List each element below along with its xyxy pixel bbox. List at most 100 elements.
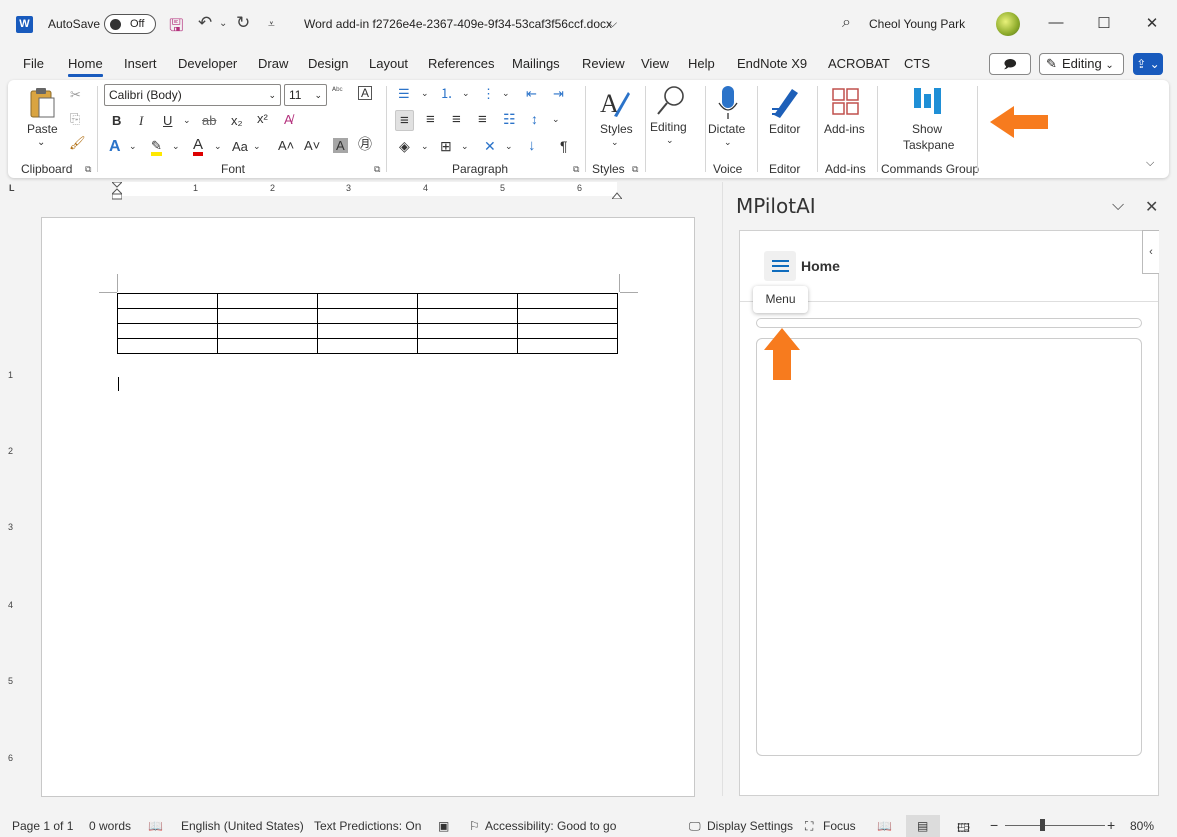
table-cell[interactable] xyxy=(417,293,518,309)
editing-button[interactable] xyxy=(656,84,686,118)
table-cell[interactable] xyxy=(417,308,518,324)
align-left-icon[interactable]: ≡ xyxy=(395,110,414,131)
search-icon[interactable]: ⌕ xyxy=(842,14,851,32)
bold-icon[interactable]: B xyxy=(112,114,121,127)
editor-label[interactable]: Editor xyxy=(769,122,800,136)
line-spacing-icon[interactable]: ↕ xyxy=(531,112,538,126)
zoom-slider-thumb[interactable] xyxy=(1040,819,1045,831)
table-cell[interactable] xyxy=(517,338,618,354)
user-name[interactable]: Cheol Young Park xyxy=(869,17,965,31)
web-layout-icon[interactable]: 🖽 xyxy=(957,819,970,837)
copy-icon[interactable]: ⎘ xyxy=(70,112,80,125)
font-name-combo[interactable]: Calibri (Body) ⌄ xyxy=(104,84,281,106)
text-predictions-status[interactable]: Text Predictions: On xyxy=(314,819,421,833)
decrease-indent-icon[interactable]: ⇤ xyxy=(526,87,537,100)
bullets-icon[interactable]: ☰ xyxy=(398,87,410,100)
display-settings-icon[interactable]: 🖵 xyxy=(689,819,701,834)
title-chevron-icon[interactable]: ⌵ xyxy=(608,16,617,31)
customize-qat-icon[interactable]: ⩡ xyxy=(268,17,275,32)
addins-button[interactable] xyxy=(832,88,860,116)
shading-icon[interactable]: ◈ xyxy=(399,139,410,153)
undo-dropdown-icon[interactable]: ⌄ xyxy=(219,18,227,29)
menu-button[interactable] xyxy=(764,251,796,281)
read-mode-icon[interactable]: 📖 xyxy=(877,819,892,833)
share-button[interactable]: ⇪ ⌄ xyxy=(1133,53,1163,75)
table-cell[interactable] xyxy=(317,323,418,339)
focus-button[interactable]: Focus xyxy=(823,819,856,833)
accessibility-status[interactable]: Accessibility: Good to go xyxy=(485,819,616,833)
text-effects-icon[interactable]: A xyxy=(109,139,121,155)
tab-cts[interactable]: CTS xyxy=(904,56,930,71)
align-right-icon[interactable]: ≡ xyxy=(452,112,461,127)
multilevel-list-icon[interactable]: ⋮ xyxy=(482,87,495,100)
character-shading-icon[interactable]: A xyxy=(333,138,348,153)
table-cell[interactable] xyxy=(317,293,418,309)
font-color-icon[interactable]: A xyxy=(193,137,204,156)
zoom-level[interactable]: 80% xyxy=(1130,819,1154,833)
styles-label[interactable]: Styles xyxy=(600,122,633,136)
dictate-chevron-icon[interactable]: ⌄ xyxy=(724,138,732,147)
table-cell[interactable] xyxy=(217,323,318,339)
proofing-icon[interactable]: 📖 xyxy=(148,819,163,833)
increase-indent-icon[interactable]: ⇥ xyxy=(553,87,564,100)
text-effects-chevron-icon[interactable]: ⌄ xyxy=(129,142,137,151)
table-cell[interactable] xyxy=(217,338,318,354)
document-title[interactable]: Word add-in f2726e4e-2367-409e-9f34-53ca… xyxy=(304,17,612,31)
taskpane-options-icon[interactable]: ⌵ xyxy=(1112,197,1124,215)
tab-file[interactable]: File xyxy=(23,56,44,71)
autosave-toggle[interactable]: Off xyxy=(104,14,156,34)
language-status[interactable]: English (United States) xyxy=(181,819,304,833)
clear-formatting-icon[interactable]: A̸ xyxy=(284,113,293,126)
table-cell[interactable] xyxy=(217,308,318,324)
editing-mode-button[interactable]: ✎ Editing ⌄ xyxy=(1039,53,1124,75)
zoom-in-button[interactable]: + xyxy=(1107,817,1115,833)
subscript-icon[interactable]: x₂ xyxy=(231,114,243,127)
table-cell[interactable] xyxy=(317,338,418,354)
document-table[interactable] xyxy=(117,293,618,354)
right-indent-marker[interactable] xyxy=(610,188,624,200)
styles-button[interactable]: A xyxy=(598,86,630,120)
tab-developer[interactable]: Developer xyxy=(178,56,237,71)
highlight-chevron-icon[interactable]: ⌄ xyxy=(172,142,180,151)
underline-icon[interactable]: U xyxy=(163,114,172,127)
maximize-icon[interactable]: ☐ xyxy=(1094,14,1114,32)
macro-icon[interactable]: ▣ xyxy=(438,819,449,833)
table-cell[interactable] xyxy=(217,293,318,309)
table-cell[interactable] xyxy=(117,308,218,324)
change-case-icon[interactable]: Aa xyxy=(232,140,248,153)
paragraph-launcher-icon[interactable]: ⧉ xyxy=(573,164,579,175)
table-cell[interactable] xyxy=(417,338,518,354)
align-center-icon[interactable]: ≡ xyxy=(426,112,435,127)
shrink-font-icon[interactable]: A˅ xyxy=(304,139,320,152)
numbering-icon[interactable]: ⒈ xyxy=(440,87,453,100)
borders-icon[interactable]: ⊞ xyxy=(440,139,452,153)
editing-label[interactable]: Editing xyxy=(650,120,687,134)
table-cell[interactable] xyxy=(517,293,618,309)
phonetic-guide-icon[interactable]: ᴬᵇᶜ xyxy=(332,86,343,95)
taskpane-close-icon[interactable]: ✕ xyxy=(1145,197,1158,217)
clipboard-launcher-icon[interactable]: ⧉ xyxy=(85,164,91,175)
styles-launcher-icon[interactable]: ⧉ xyxy=(632,164,638,175)
italic-icon[interactable]: I xyxy=(139,114,143,127)
styles-chevron-icon[interactable]: ⌄ xyxy=(611,138,619,147)
display-settings-button[interactable]: Display Settings xyxy=(707,819,793,833)
accessibility-icon[interactable]: ⚐ xyxy=(469,819,480,833)
tab-view[interactable]: View xyxy=(641,56,669,71)
zoom-out-button[interactable]: − xyxy=(990,817,998,833)
multilevel-chevron-icon[interactable]: ⌄ xyxy=(502,89,510,98)
side-collapse-button[interactable]: ‹ xyxy=(1142,230,1159,274)
close-icon[interactable]: ✕ xyxy=(1142,14,1162,32)
tab-acrobat[interactable]: ACROBAT xyxy=(828,56,890,71)
editing-chevron-icon[interactable]: ⌄ xyxy=(666,136,674,145)
tab-endnote[interactable]: EndNote X9 xyxy=(737,56,807,71)
asian-layout-icon[interactable]: ✕ xyxy=(484,139,496,153)
table-cell[interactable] xyxy=(417,323,518,339)
minimize-icon[interactable]: — xyxy=(1046,14,1066,31)
table-cell[interactable] xyxy=(117,293,218,309)
font-size-combo[interactable]: 11 ⌄ xyxy=(284,84,327,106)
tab-help[interactable]: Help xyxy=(688,56,715,71)
distributed-icon[interactable]: ☷ xyxy=(503,112,516,126)
format-painter-icon[interactable]: 🖌 xyxy=(69,136,86,149)
superscript-icon[interactable]: x² xyxy=(257,112,268,125)
table-cell[interactable] xyxy=(117,323,218,339)
